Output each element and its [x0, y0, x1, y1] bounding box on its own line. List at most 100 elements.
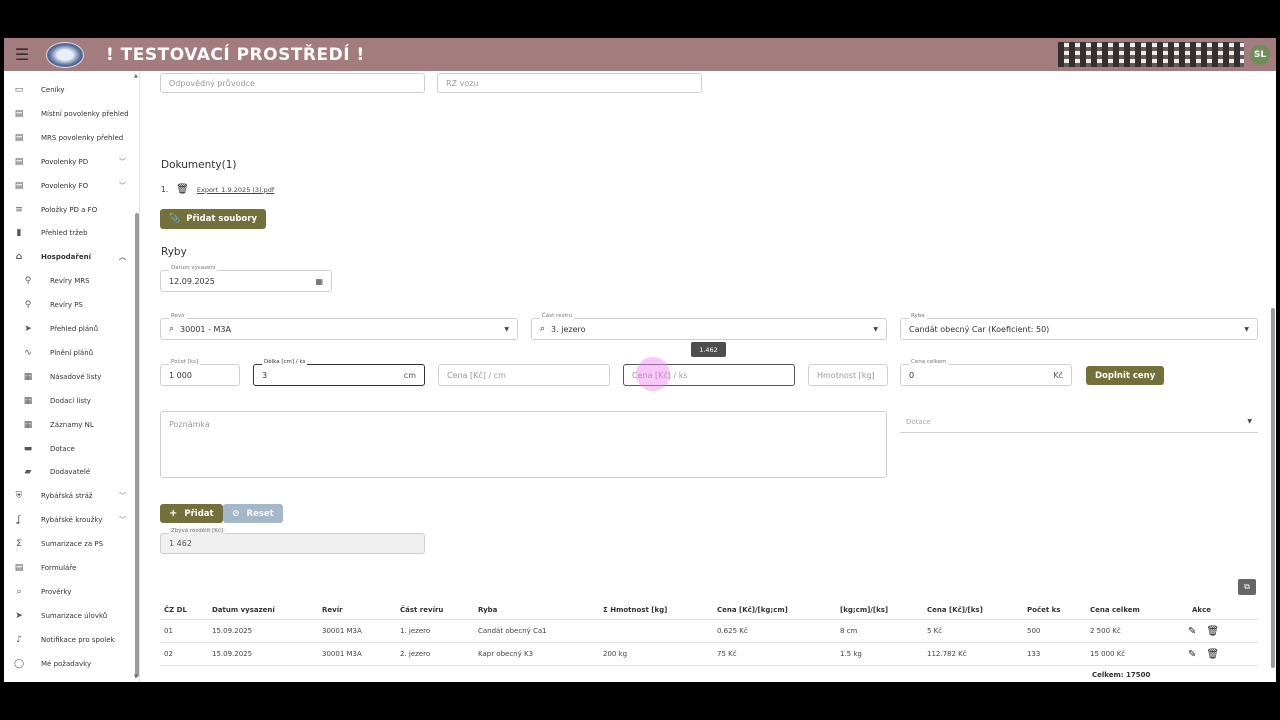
sidebar-item[interactable]: ◯ Mé požadavky	[4, 653, 134, 675]
table-cell: 0.625 Kč	[717, 627, 748, 635]
delete-document-icon[interactable]: 🗑	[176, 184, 189, 195]
column-header[interactable]: Akce	[1192, 600, 1211, 619]
sidebar-item[interactable]: ⛨ Rybářská stráž ﹀	[4, 485, 134, 507]
column-header[interactable]: Část revíru	[400, 600, 443, 619]
sidebar-scroll-down-icon[interactable]: ▼	[134, 674, 138, 680]
sidebar-item[interactable]: ▤ Místní povolenky přehled	[4, 103, 134, 125]
stocking-date-label: Datum vysazení	[169, 265, 218, 271]
document-link[interactable]: Export_1.9.2025 (3).pdf	[197, 186, 274, 194]
sidebar-item[interactable]: ▤ Povolenky FO ﹀	[4, 175, 134, 197]
sidebar-scrollbar[interactable]	[135, 213, 139, 677]
reset-button[interactable]: ⊘ Reset	[223, 504, 283, 523]
document-icon: ▤	[14, 156, 24, 167]
chevron-up-icon[interactable]: ︿	[119, 252, 126, 262]
fill-prices-button[interactable]: Doplnit ceny	[1086, 366, 1165, 385]
chevron-down-icon[interactable]: ﹀	[119, 181, 126, 191]
edit-icon[interactable]: ✎	[1188, 626, 1196, 637]
car-plate-input[interactable]: RZ vozu	[437, 73, 702, 93]
column-header[interactable]: Datum vysazení	[212, 600, 275, 619]
sidebar-item[interactable]: ▦ Záznamy NL	[4, 414, 134, 436]
chat-icon: ◯	[13, 658, 25, 669]
column-header[interactable]: Cena [Kč]/[ks]	[927, 600, 983, 619]
sidebar-item[interactable]: ▬ Dotace	[4, 438, 134, 460]
subsidy-select[interactable]: Dotace ▼	[900, 411, 1258, 433]
note-textarea[interactable]: Poznámka	[160, 411, 887, 478]
delete-icon[interactable]: 🗑	[1206, 626, 1219, 637]
guide-input[interactable]: Odpovědný průvodce	[160, 73, 425, 93]
sidebar-item-label: Sumarizace za PS	[41, 540, 104, 549]
edit-icon[interactable]: ✎	[1188, 649, 1196, 660]
delete-icon[interactable]: 🗑	[1206, 649, 1219, 660]
fish-icon: ➤	[15, 610, 23, 621]
chevron-down-icon[interactable]: ▼	[504, 326, 509, 333]
sidebar-item[interactable]: ⚲ Revíry PS	[4, 294, 134, 316]
sidebar-item[interactable]: ▤ MRS povolenky přehled	[4, 127, 134, 149]
sidebar-item[interactable]: ▭ Ceníky	[4, 79, 134, 101]
add-files-button[interactable]: 📎 Přidat soubory	[160, 209, 267, 229]
revir-value: 30001 - M3A	[180, 324, 231, 334]
location-pin-icon: ⚲	[24, 300, 32, 311]
sidebar-item-label: Povolenky PD	[41, 157, 89, 166]
table-cell: 30001 M3A	[322, 627, 362, 635]
sidebar-item[interactable]: ➤ Sumarizace úlovků	[4, 605, 134, 627]
length-input[interactable]: Délka [cm] / ks 3 cm	[253, 359, 425, 386]
weight-placeholder: Hmotnost [kg]	[817, 370, 875, 380]
column-header[interactable]: Cena celkem	[1090, 600, 1140, 619]
column-header[interactable]: Revír	[322, 600, 343, 619]
sidebar-item[interactable]: ▮ Přehled tržeb	[4, 222, 134, 244]
sidebar-item[interactable]: ▤ Formuláře	[4, 557, 134, 579]
sheet-icon: ▦	[23, 371, 33, 382]
revir-select[interactable]: Revír ⌕ 30001 - M3A ▼	[160, 313, 518, 340]
count-value: 1 000	[169, 370, 192, 380]
add-label: Přidat	[184, 508, 214, 519]
column-header[interactable]: Σ Hmotnost [kg]	[603, 600, 667, 619]
document-index: 1.	[161, 185, 169, 194]
fish-select[interactable]: Ryba Candát obecný Car (Koeficient: 50) …	[900, 313, 1258, 340]
sidebar-item[interactable]: ▤ Povolenky PD ﹀	[4, 151, 134, 173]
column-header[interactable]: Ryba	[478, 600, 497, 619]
sidebar-item[interactable]: ⌕ Prověrky	[4, 581, 134, 603]
copy-icon[interactable]: ⧉	[1238, 579, 1256, 595]
sidebar-item[interactable]: ▦ Násadové listy	[4, 366, 134, 388]
sidebar-item-label: Formuláře	[41, 564, 77, 572]
organization-logo[interactable]	[46, 41, 84, 68]
sidebar-item[interactable]: ⌂ Hospodaření ︿	[4, 246, 134, 268]
sidebar-item[interactable]: ⚲ Revíry MRS	[4, 270, 134, 292]
sidebar-item[interactable]: ≡ Položky PD a FO	[4, 199, 134, 221]
sidebar-item[interactable]: ➤ Přehled plánů	[4, 318, 134, 340]
calendar-icon[interactable]: ▦	[315, 277, 323, 286]
sidebar-scroll-up-icon[interactable]: ▲	[134, 73, 138, 79]
main-scrollbar[interactable]	[1271, 308, 1275, 668]
column-header[interactable]: ČZ DL	[164, 600, 187, 619]
column-header[interactable]: Cena [Kč]/[kg;cm]	[717, 600, 788, 619]
stocking-date-input[interactable]: Datum vysazení 12.09.2025 ▦	[160, 265, 332, 292]
price-per-cm-input[interactable]: Cena [Kč] / cm	[438, 364, 610, 386]
reset-icon: ⊘	[232, 508, 240, 519]
weight-input[interactable]: Hmotnost [kg]	[808, 364, 888, 386]
user-avatar[interactable]: SL	[1250, 45, 1270, 65]
chevron-down-icon[interactable]: ▼	[1247, 418, 1252, 425]
column-header[interactable]: Počet ks	[1027, 600, 1060, 619]
sidebar-item[interactable]: ▦ Dodací listy	[4, 390, 134, 412]
chevron-down-icon[interactable]: ﹀	[119, 515, 126, 525]
sidebar-item[interactable]: ♪ Notifikace pro spolek	[4, 629, 134, 651]
chevron-down-icon[interactable]: ﹀	[119, 491, 126, 501]
add-button[interactable]: + Přidat	[160, 504, 223, 523]
sidebar-item[interactable]: ▰ Dodavatelé	[4, 461, 134, 483]
sidebar-item-label: Povolenky FO	[41, 181, 89, 190]
count-input[interactable]: Počet [ks] 1 000	[160, 359, 240, 386]
chevron-down-icon[interactable]: ▼	[1244, 326, 1249, 333]
add-files-label: Přidat soubory	[186, 214, 258, 224]
chevron-down-icon[interactable]: ﹀	[119, 157, 126, 167]
sidebar-item[interactable]: ʆ Rybářské kroužky ﹀	[4, 509, 134, 531]
chevron-down-icon[interactable]: ▼	[873, 326, 878, 333]
id-card-icon: ▤	[14, 108, 24, 119]
column-header[interactable]: [kg;cm]/[ks]	[840, 600, 888, 619]
revir-part-select[interactable]: Část revíru ⌕ 3. jezero ▼	[531, 313, 887, 340]
shield-icon: ⛨	[15, 491, 23, 502]
total-price-input[interactable]: Cena celkem 0 Kč	[900, 359, 1072, 386]
attachment-icon: 📎	[169, 214, 181, 224]
menu-icon[interactable]: ☰	[4, 38, 40, 71]
sidebar-item[interactable]: Σ Sumarizace za PS	[4, 533, 134, 555]
sidebar-item[interactable]: ∿ Plnění plánů	[4, 342, 134, 364]
